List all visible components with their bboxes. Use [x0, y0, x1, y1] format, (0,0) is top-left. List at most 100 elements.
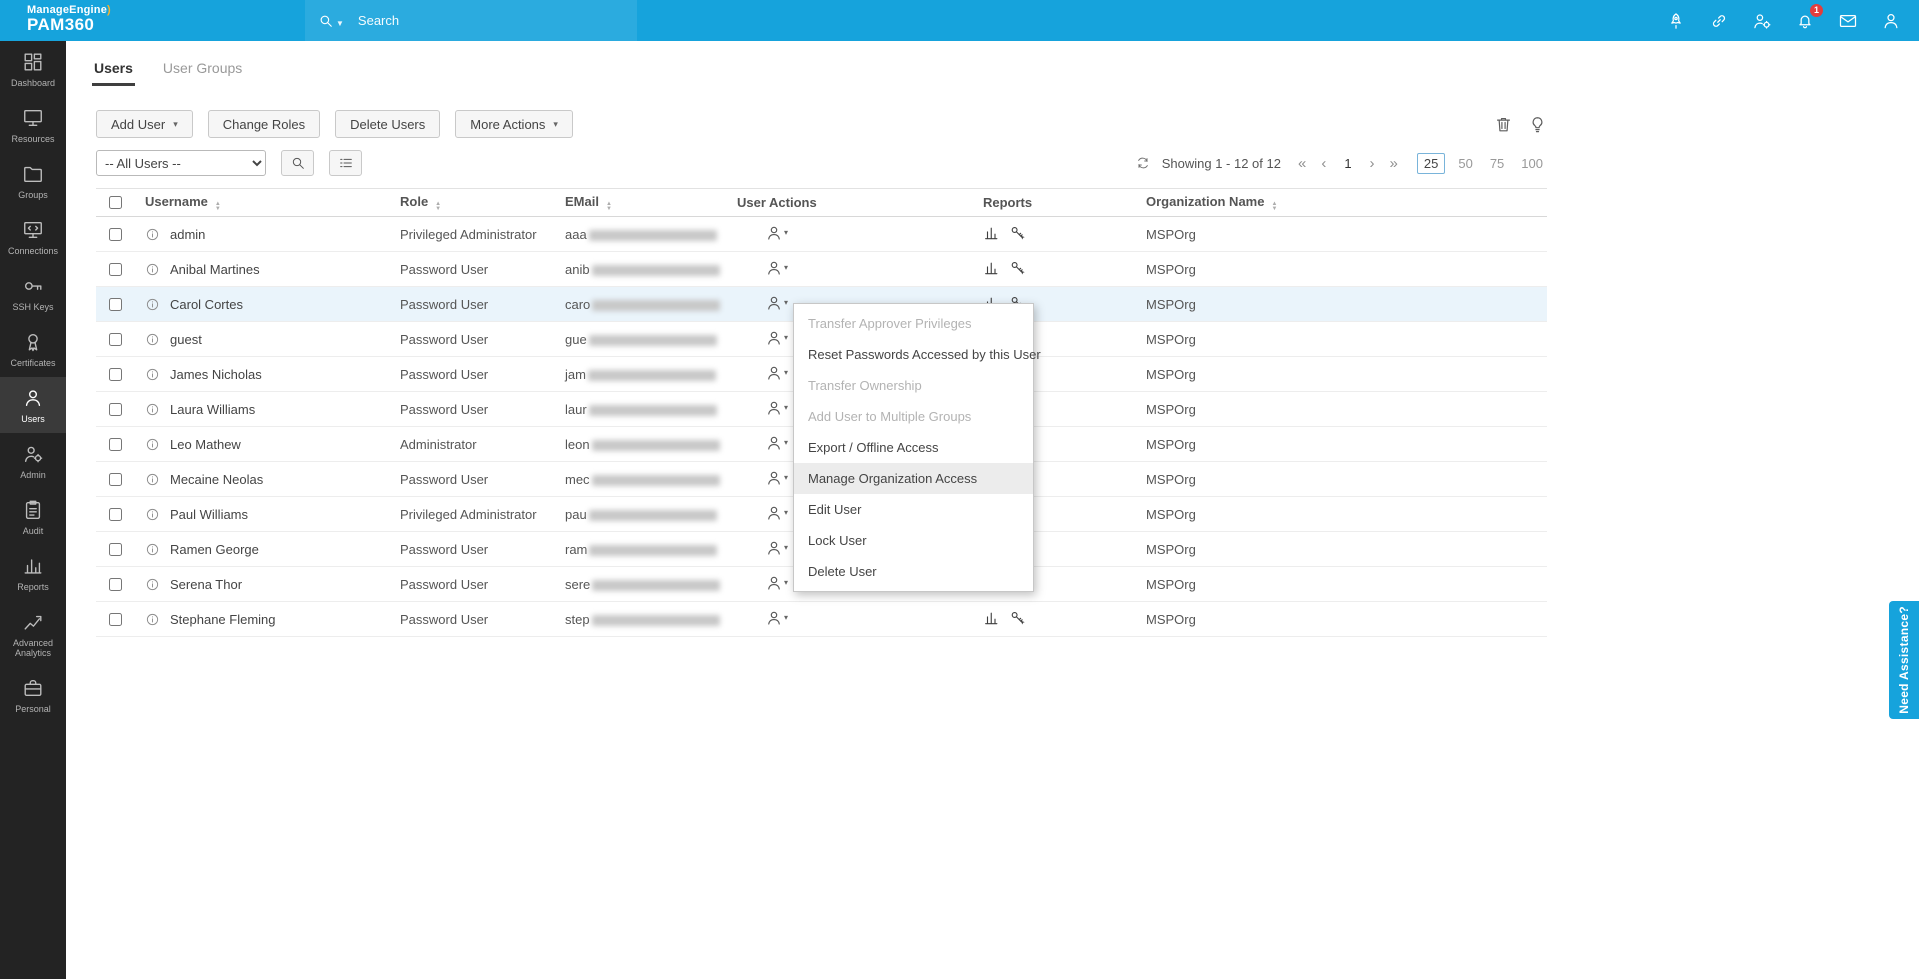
- next-page-button[interactable]: ›: [1368, 155, 1377, 172]
- tab-user-groups[interactable]: User Groups: [161, 54, 244, 86]
- sort-icon[interactable]: ▲▼: [1271, 202, 1277, 212]
- sidebar-item-users[interactable]: Users: [0, 377, 66, 433]
- sidebar-item-advanced-analytics[interactable]: Advanced Analytics: [0, 601, 66, 667]
- row-checkbox[interactable]: [109, 403, 122, 416]
- row-checkbox[interactable]: [109, 473, 122, 486]
- rocket-button[interactable]: [1666, 11, 1686, 31]
- row-checkbox[interactable]: [109, 613, 122, 626]
- user-actions-menu-button[interactable]: ▾: [765, 259, 788, 277]
- email-prefix: laur: [565, 402, 587, 417]
- sidebar-item-certificates[interactable]: Certificates: [0, 321, 66, 377]
- delete-users-button[interactable]: Delete Users: [335, 110, 440, 138]
- info-icon[interactable]: [145, 577, 160, 592]
- sidebar-item-connections[interactable]: Connections: [0, 209, 66, 265]
- user-report-chart-icon[interactable]: [983, 609, 1001, 627]
- info-icon[interactable]: [145, 402, 160, 417]
- row-checkbox[interactable]: [109, 263, 122, 276]
- row-checkbox[interactable]: [109, 578, 122, 591]
- passwords-accessed-key-icon[interactable]: [1009, 609, 1027, 627]
- trash-icon[interactable]: [1494, 115, 1513, 134]
- add-user-button[interactable]: Add User▾: [96, 110, 193, 138]
- column-chooser-button[interactable]: [329, 150, 362, 176]
- mail-button[interactable]: [1838, 11, 1858, 31]
- user-filter-select[interactable]: -- All Users --: [96, 150, 266, 176]
- user-silhouette-icon: [765, 329, 783, 347]
- sidebar-item-groups[interactable]: Groups: [0, 153, 66, 209]
- user-actions-menu-button[interactable]: ▾: [765, 364, 788, 382]
- first-page-button[interactable]: «: [1296, 155, 1308, 172]
- refresh-icon[interactable]: [1135, 155, 1151, 171]
- bell-button[interactable]: 1: [1795, 11, 1815, 31]
- user-actions-menu-button[interactable]: ▾: [765, 399, 788, 417]
- search-icon[interactable]: [317, 12, 335, 30]
- user-actions-menu-button[interactable]: ▾: [765, 434, 788, 452]
- prev-page-button[interactable]: ‹: [1319, 155, 1328, 172]
- user-actions-menu-button[interactable]: ▾: [765, 469, 788, 487]
- sidebar-item-admin[interactable]: Admin: [0, 433, 66, 489]
- sidebar-item-reports[interactable]: Reports: [0, 545, 66, 601]
- page-size-25[interactable]: 25: [1417, 153, 1445, 174]
- row-checkbox[interactable]: [109, 333, 122, 346]
- user-actions-menu-button[interactable]: ▾: [765, 329, 788, 347]
- profile-button[interactable]: [1881, 11, 1901, 31]
- user-actions-menu-button[interactable]: ▾: [765, 609, 788, 627]
- info-icon[interactable]: [145, 297, 160, 312]
- info-icon[interactable]: [145, 262, 160, 277]
- need-assistance-tab[interactable]: Need Assistance?: [1889, 601, 1919, 719]
- organization-name: MSPOrg: [1146, 332, 1196, 347]
- sort-icon[interactable]: ▲▼: [606, 202, 612, 212]
- info-icon[interactable]: [145, 507, 160, 522]
- row-checkbox[interactable]: [109, 368, 122, 381]
- row-checkbox[interactable]: [109, 508, 122, 521]
- sidebar-item-resources[interactable]: Resources: [0, 97, 66, 153]
- pam360-logo[interactable]: ManageEngine) PAM360: [27, 4, 111, 34]
- user-actions-menu-button[interactable]: ▾: [765, 224, 788, 242]
- info-icon[interactable]: [145, 437, 160, 452]
- user-actions-menu-button[interactable]: ▾: [765, 504, 788, 522]
- page-size-75[interactable]: 75: [1486, 154, 1508, 173]
- user-report-chart-icon[interactable]: [983, 224, 1001, 242]
- chain-link-button[interactable]: [1709, 11, 1729, 31]
- page-size-50[interactable]: 50: [1454, 154, 1476, 173]
- info-icon[interactable]: [145, 227, 160, 242]
- select-all-checkbox[interactable]: [109, 196, 122, 209]
- search-scope-chevron-icon[interactable]: ▼: [336, 19, 344, 28]
- user-actions-menu-button[interactable]: ▾: [765, 294, 788, 312]
- last-page-button[interactable]: »: [1388, 155, 1400, 172]
- sidebar-item-audit[interactable]: Audit: [0, 489, 66, 545]
- sort-icon[interactable]: ▲▼: [435, 202, 441, 212]
- menu-item-reset-passwords-accessed-by-this-user[interactable]: Reset Passwords Accessed by this User: [794, 339, 1033, 370]
- passwords-accessed-key-icon[interactable]: [1009, 224, 1027, 242]
- sort-icon[interactable]: ▲▼: [215, 202, 221, 212]
- role-cell: Password User: [400, 252, 565, 287]
- help-bulb-icon[interactable]: [1528, 115, 1547, 134]
- menu-item-manage-organization-access[interactable]: Manage Organization Access: [794, 463, 1033, 494]
- sidebar-item-personal[interactable]: Personal: [0, 667, 66, 723]
- row-checkbox[interactable]: [109, 298, 122, 311]
- sidebar-item-ssh-keys[interactable]: SSH Keys: [0, 265, 66, 321]
- row-checkbox[interactable]: [109, 543, 122, 556]
- row-checkbox[interactable]: [109, 228, 122, 241]
- table-search-button[interactable]: [281, 150, 314, 176]
- info-icon[interactable]: [145, 542, 160, 557]
- user-settings-button[interactable]: [1752, 11, 1772, 31]
- passwords-accessed-key-icon[interactable]: [1009, 259, 1027, 277]
- page-size-100[interactable]: 100: [1517, 154, 1547, 173]
- tab-users[interactable]: Users: [92, 54, 135, 86]
- info-icon[interactable]: [145, 612, 160, 627]
- change-roles-button[interactable]: Change Roles: [208, 110, 320, 138]
- row-checkbox[interactable]: [109, 438, 122, 451]
- info-icon[interactable]: [145, 367, 160, 382]
- menu-item-lock-user[interactable]: Lock User: [794, 525, 1033, 556]
- info-icon[interactable]: [145, 472, 160, 487]
- menu-item-export-offline-access[interactable]: Export / Offline Access: [794, 432, 1033, 463]
- sidebar-item-dashboard[interactable]: Dashboard: [0, 41, 66, 97]
- menu-item-edit-user[interactable]: Edit User: [794, 494, 1033, 525]
- user-actions-menu-button[interactable]: ▾: [765, 574, 788, 592]
- more-actions-button[interactable]: More Actions▾: [455, 110, 573, 138]
- search-input[interactable]: [356, 12, 606, 29]
- info-icon[interactable]: [145, 332, 160, 347]
- menu-item-delete-user[interactable]: Delete User: [794, 556, 1033, 587]
- user-actions-menu-button[interactable]: ▾: [765, 539, 788, 557]
- user-report-chart-icon[interactable]: [983, 259, 1001, 277]
